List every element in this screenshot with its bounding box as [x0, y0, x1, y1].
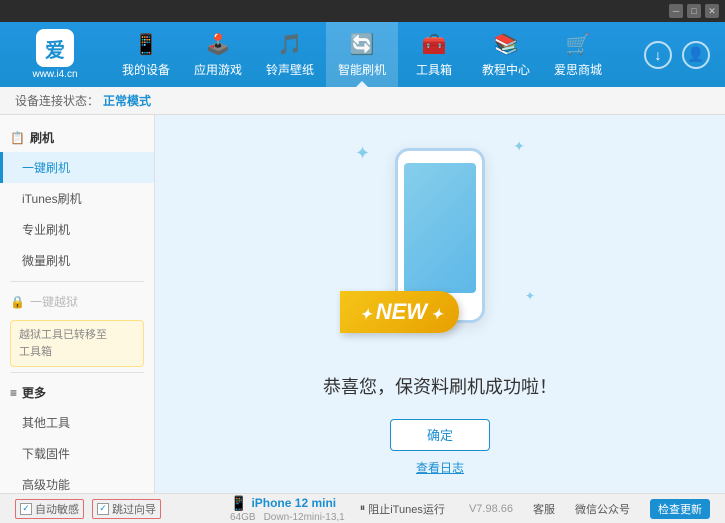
nav-smart-flash-label: 智能刷机 [338, 61, 386, 78]
check-update-button[interactable]: 检查更新 [650, 499, 710, 519]
new-badge: NEW [340, 291, 459, 333]
nav-ringtone-label: 铃声壁纸 [266, 61, 314, 78]
toolbox-icon: 🧰 [422, 32, 447, 57]
sidebar-item-one-key-flash[interactable]: 一键刷机 [0, 152, 154, 183]
more-icon: ≡ [10, 386, 17, 400]
my-device-icon: 📱 [134, 32, 159, 57]
nav-tutorial-label: 教程中心 [482, 61, 530, 78]
app-games-icon: 🕹️ [206, 32, 231, 57]
logo-icon: 爱 [36, 29, 74, 67]
nav-ringtone[interactable]: 🎵 铃声壁纸 [254, 22, 326, 87]
maximize-button[interactable]: □ [687, 4, 701, 18]
status-bar: 设备连接状态： 正常模式 [0, 87, 725, 115]
nav-tutorial[interactable]: 📚 教程中心 [470, 22, 542, 87]
status-label: 设备连接状态： [15, 92, 99, 109]
nav-my-device-label: 我的设备 [122, 61, 170, 78]
auto-redirect-checkbox[interactable] [20, 503, 32, 515]
sparkle-top-left-icon: ✦ [355, 143, 370, 164]
flash-section-title: 📋 刷机 [0, 123, 154, 152]
sidebar-divider-1 [10, 281, 144, 282]
store-icon: 🛒 [566, 32, 591, 57]
nav-items: 📱 我的设备 🕹️ 应用游戏 🎵 铃声壁纸 🔄 智能刷机 🧰 工具箱 📚 教程中… [110, 22, 629, 87]
status-value: 正常模式 [103, 92, 151, 109]
nav-toolbox[interactable]: 🧰 工具箱 [398, 22, 470, 87]
bottom-right: V7.98.66 客服 微信公众号 检查更新 [469, 499, 710, 519]
more-section-title: ≡ 更多 [0, 378, 154, 407]
main-layout: 📋 刷机 一键刷机 iTunes刷机 专业刷机 微量刷机 🔒 一键越狱 越狱工具… [0, 115, 725, 493]
smart-flash-icon: 🔄 [350, 32, 375, 57]
auto-redirect-label: 自动敏感 [35, 501, 79, 517]
customer-service-link[interactable]: 客服 [533, 501, 555, 517]
logo-url: www.i4.cn [32, 69, 77, 80]
device-info: 📱 iPhone 12 mini 64GB Down-12mini-13,1 [215, 495, 360, 523]
nav-smart-flash[interactable]: 🔄 智能刷机 [326, 22, 398, 87]
sidebar-item-advanced[interactable]: 高级功能 [0, 469, 154, 493]
content-area: ✦ ✦ NEW ✦ 恭喜您，保资料刷机成功啦！ 确定 查看日志 [155, 115, 725, 493]
wechat-link[interactable]: 微信公众号 [575, 501, 630, 517]
sidebar-item-itunes-flash[interactable]: iTunes刷机 [0, 183, 154, 214]
device-phone-icon: 📱 [230, 495, 247, 512]
ringtone-icon: 🎵 [278, 32, 303, 57]
device-name: iPhone 12 mini [251, 496, 336, 510]
title-bar: ─ □ ✕ [0, 0, 725, 22]
stop-itunes-button[interactable]: ⏸ 阻止iTunes运行 [360, 501, 445, 517]
nav-app-games[interactable]: 🕹️ 应用游戏 [182, 22, 254, 87]
sidebar-item-download-firmware[interactable]: 下载固件 [0, 438, 154, 469]
nav-toolbox-label: 工具箱 [416, 61, 452, 78]
sidebar-divider-2 [10, 372, 144, 373]
device-storage: 64GB [230, 512, 256, 523]
skip-wizard-checkbox[interactable] [97, 503, 109, 515]
sparkle-top-right-icon: ✦ [513, 138, 525, 155]
flash-section-icon: 📋 [10, 131, 25, 145]
sidebar-item-other-tools[interactable]: 其他工具 [0, 407, 154, 438]
nav-right: ↓ 👤 [629, 41, 725, 69]
auto-redirect-checkbox-item[interactable]: 自动敏感 [15, 499, 84, 519]
confirm-button[interactable]: 确定 [390, 419, 490, 451]
sidebar-item-pro-flash[interactable]: 专业刷机 [0, 214, 154, 245]
minimize-button[interactable]: ─ [669, 4, 683, 18]
daily-link[interactable]: 查看日志 [416, 459, 464, 476]
stop-icon: ⏸ [360, 502, 366, 515]
skip-wizard-label: 跳过向导 [112, 501, 156, 517]
skip-wizard-checkbox-item[interactable]: 跳过向导 [92, 499, 161, 519]
nav-my-device[interactable]: 📱 我的设备 [110, 22, 182, 87]
nav-app-games-label: 应用游戏 [194, 61, 242, 78]
sidebar-jailbreak-disabled: 🔒 一键越狱 [0, 287, 154, 316]
logo-area: 爱 www.i4.cn [0, 29, 110, 80]
sidebar-item-micro-flash[interactable]: 微量刷机 [0, 245, 154, 276]
tutorial-icon: 📚 [494, 32, 519, 57]
user-button[interactable]: 👤 [682, 41, 710, 69]
nav-store-label: 爱思商城 [554, 61, 602, 78]
version-text: V7.98.66 [469, 503, 513, 515]
device-firmware: Down-12mini-13,1 [264, 512, 345, 523]
phone-screen [404, 163, 476, 293]
lock-icon: 🔒 [10, 295, 25, 309]
bottom-bar: 自动敏感 跳过向导 📱 iPhone 12 mini 64GB Down-12m… [0, 493, 725, 523]
sidebar: 📋 刷机 一键刷机 iTunes刷机 专业刷机 微量刷机 🔒 一键越狱 越狱工具… [0, 115, 155, 493]
close-button[interactable]: ✕ [705, 4, 719, 18]
window-controls: ─ □ ✕ [669, 4, 719, 18]
nav-store[interactable]: 🛒 爱思商城 [542, 22, 614, 87]
top-nav: 爱 www.i4.cn 📱 我的设备 🕹️ 应用游戏 🎵 铃声壁纸 🔄 智能刷机… [0, 22, 725, 87]
phone-illustration: ✦ ✦ NEW ✦ [340, 133, 540, 353]
sparkle-bottom-right-icon: ✦ [525, 289, 535, 303]
success-text: 恭喜您，保资料刷机成功啦！ [323, 373, 557, 399]
bottom-left: 自动敏感 跳过向导 [15, 499, 215, 519]
download-button[interactable]: ↓ [644, 41, 672, 69]
jailbreak-note: 越狱工具已转移至工具箱 [10, 320, 144, 367]
